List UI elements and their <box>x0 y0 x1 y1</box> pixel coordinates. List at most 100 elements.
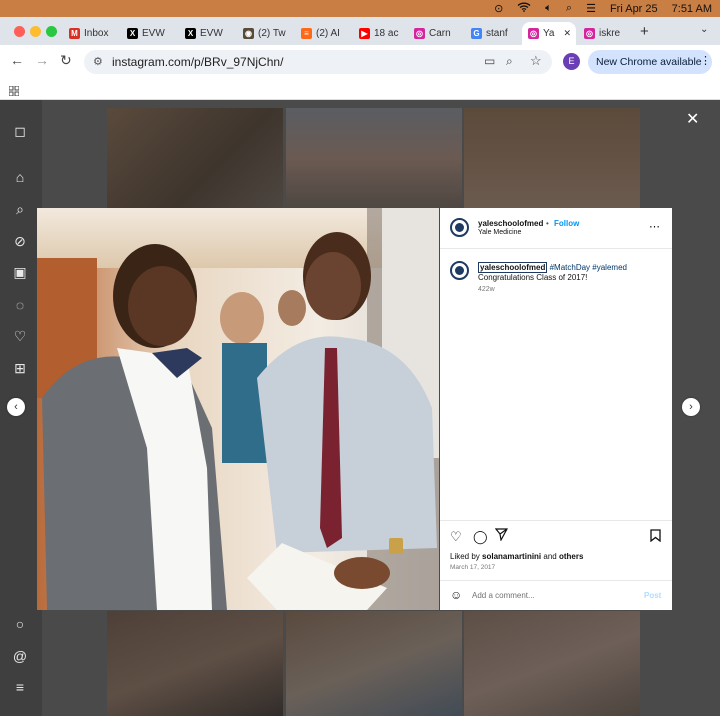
x-icon: X <box>127 28 138 39</box>
next-post-button[interactable]: › <box>682 398 700 416</box>
post-date: March 17, 2017 <box>450 564 496 571</box>
home-icon[interactable]: ⌂ <box>12 169 28 185</box>
menubar-date: Fri Apr 25 <box>609 2 658 15</box>
author-subtitle: Yale Medicine <box>478 229 522 236</box>
grid-post-thumbnail[interactable] <box>286 611 462 716</box>
more-menu-icon[interactable]: ≡ <box>12 679 28 695</box>
explore-icon[interactable]: ⊘ <box>12 233 28 249</box>
post-options-icon[interactable]: ⋯ <box>649 220 660 233</box>
author-avatar[interactable] <box>450 218 469 237</box>
tab-label: Inbox <box>84 28 109 39</box>
grid-post-thumbnail[interactable] <box>464 108 640 208</box>
close-window-button[interactable] <box>14 26 25 37</box>
liked-by-line: Liked by solanamartinini and others <box>450 552 583 561</box>
profile-avatar[interactable]: E <box>563 53 580 70</box>
notifications-heart-icon[interactable]: ♡ <box>12 328 28 344</box>
browser-tab[interactable]: X EVW <box>121 22 177 45</box>
tab-search-icon[interactable]: ⌄ <box>700 24 708 35</box>
search-icon[interactable]: ⌕ <box>12 201 28 217</box>
bookmarks-bar <box>0 78 720 100</box>
more-menu-icon[interactable]: ⋮ <box>700 54 711 67</box>
previous-post-button[interactable]: ‹ <box>7 398 25 416</box>
tab-label: iskre <box>599 28 621 39</box>
tab-label: Ya <box>543 28 555 39</box>
menubar-time: 7:51 AM <box>671 2 712 15</box>
post-comment-button[interactable]: Post <box>644 591 661 600</box>
zoom-window-button[interactable] <box>46 26 57 37</box>
caption-hashtags[interactable]: #MatchDay #yalemed <box>550 263 627 272</box>
tab-label: EVW <box>142 28 165 39</box>
substack-icon: ≡ <box>301 28 312 39</box>
browser-tab[interactable]: ◎ Carn <box>408 22 463 45</box>
separator-dot: • <box>546 219 549 228</box>
share-icon[interactable] <box>494 528 509 546</box>
apps-grid-icon[interactable] <box>8 83 20 101</box>
emoji-icon[interactable]: ☺ <box>450 588 462 602</box>
liked-by-prefix: Liked by <box>450 552 483 561</box>
caption-line-1: yaleschoolofmed #MatchDay #yalemed <box>478 262 627 273</box>
save-bookmark-icon[interactable] <box>650 529 661 547</box>
grid-post-thumbnail[interactable] <box>464 611 640 716</box>
liked-by-others[interactable]: others <box>559 552 583 561</box>
screen-record-icon[interactable]: ⊙ <box>494 2 503 15</box>
grid-post-thumbnail[interactable] <box>286 108 462 208</box>
liked-by-user[interactable]: solanamartinini <box>482 552 541 561</box>
post-details-panel: yaleschoolofmed • Follow Yale Medicine ⋯… <box>440 208 672 610</box>
new-chrome-available-button[interactable]: New Chrome available ⋮ <box>588 50 712 74</box>
browser-tab[interactable]: ◎ Ya ✕ <box>522 22 576 45</box>
browser-tab[interactable]: ≡ (2) AI <box>295 22 351 45</box>
reload-button[interactable]: ↻ <box>60 52 72 69</box>
minimize-window-button[interactable] <box>30 26 41 37</box>
author-username[interactable]: yaleschoolofmed <box>478 219 543 228</box>
divider <box>440 580 672 581</box>
browser-tab[interactable]: Gstanf <box>465 22 520 45</box>
grid-post-thumbnail[interactable] <box>107 611 283 716</box>
gmail-icon: M <box>69 28 80 39</box>
wifi-icon[interactable] <box>517 2 531 15</box>
forward-button[interactable]: → <box>35 52 49 68</box>
divider <box>440 520 672 521</box>
comment-icon[interactable]: ◯ <box>473 529 488 545</box>
threads-icon[interactable]: ○ <box>12 616 28 632</box>
post-photo[interactable] <box>37 208 439 610</box>
close-modal-icon[interactable]: ✕ <box>686 109 699 129</box>
x-icon: X <box>185 28 196 39</box>
post-photo-graphic <box>37 208 439 610</box>
new-tab-button[interactable]: + <box>640 23 649 40</box>
close-tab-icon[interactable]: ✕ <box>563 28 571 39</box>
zoom-icon[interactable]: ⌕ <box>506 54 513 69</box>
cast-icon[interactable]: ▭ <box>484 54 495 68</box>
browser-tab[interactable]: ◎ iskre <box>578 22 638 45</box>
reels-icon[interactable]: ▣ <box>12 264 28 280</box>
tab-label: stanf <box>486 28 508 39</box>
follow-button[interactable]: Follow <box>554 219 579 228</box>
site-info-icon[interactable]: ⚙ <box>93 55 103 68</box>
macos-menu-bar: ⊙ 🔈︎ ⌕ ☰ Fri Apr 25 7:51 AM <box>0 0 720 17</box>
tab-label: (2) AI <box>316 28 340 39</box>
browser-tab[interactable]: ◉ (2) Tw <box>237 22 293 45</box>
url-text: instagram.com/p/BRv_97NjChn/ <box>112 55 284 69</box>
divider <box>440 248 672 249</box>
threads-at-icon[interactable]: @ <box>12 648 28 664</box>
browser-tab[interactable]: X EVW <box>179 22 235 45</box>
browser-toolbar: ← → ↻ ⚙ instagram.com/p/BRv_97NjChn/ ▭ ⌕… <box>0 45 720 78</box>
create-icon[interactable]: ⊞ <box>12 360 28 376</box>
browser-tab[interactable]: ▶ 18 ac <box>353 22 406 45</box>
volume-icon[interactable]: 🔈︎ <box>545 2 552 15</box>
browser-tab[interactable]: M Inbox <box>63 22 119 45</box>
like-heart-icon[interactable]: ♡ <box>450 529 462 545</box>
caption-username-link[interactable]: yaleschoolofmed <box>478 262 548 273</box>
instagram-logo-icon[interactable]: ◻ <box>12 123 28 139</box>
instagram-icon: ◎ <box>584 28 595 39</box>
messenger-icon[interactable]: ◌ <box>12 297 28 313</box>
control-center-icon[interactable]: ☰ <box>586 2 596 15</box>
address-bar[interactable]: ⚙ instagram.com/p/BRv_97NjChn/ ▭ ⌕ ☆ <box>84 50 552 74</box>
google-icon: G <box>471 28 482 39</box>
bookmark-star-icon[interactable]: ☆ <box>530 53 542 69</box>
add-comment-input[interactable]: Add a comment... <box>472 591 535 600</box>
back-button[interactable]: ← <box>10 52 24 68</box>
caption-age: 422w <box>478 286 495 293</box>
grid-post-thumbnail[interactable] <box>107 108 283 208</box>
caption-author-avatar[interactable] <box>450 261 469 280</box>
spotlight-search-icon[interactable]: ⌕ <box>566 2 572 15</box>
